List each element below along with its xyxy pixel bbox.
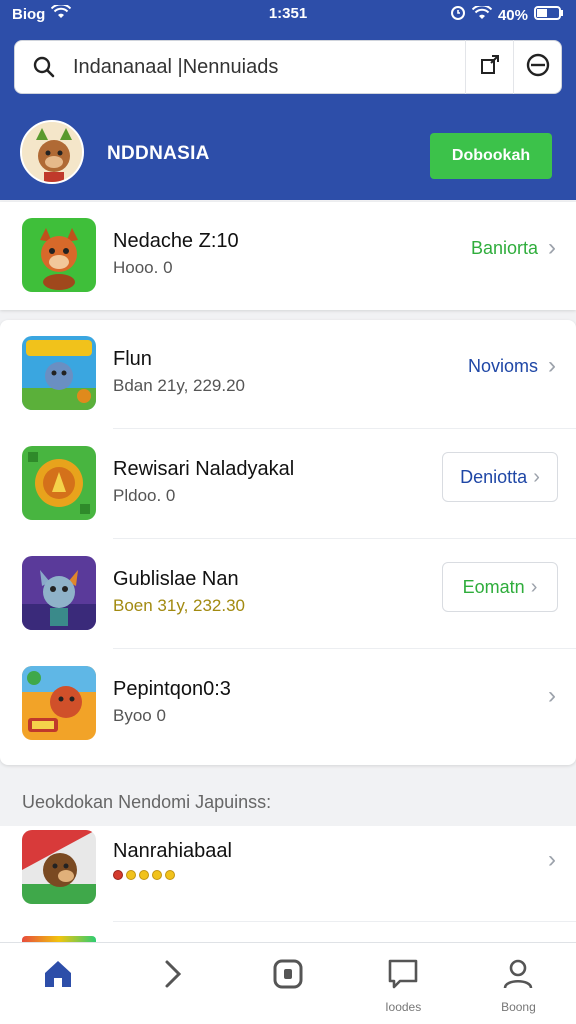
app-icon [22,446,96,520]
app-header: Biog 1:351 40% Indananaal |Nennuiads NDD… [0,0,576,200]
app-action-button[interactable]: Eomatn › [442,562,558,612]
chevron-right-icon[interactable]: › [548,682,556,710]
chevron-right-icon[interactable]: › [548,846,556,874]
profile-menu-button[interactable] [513,40,561,94]
section-heading: Ueokdokan Nendomi Japuinss: [22,792,272,812]
app-title: Nedache Z:10 [113,230,239,252]
app-subtitle: Hooo. 0 [113,258,173,278]
nav-media[interactable] [230,943,345,1024]
chevron-right-icon[interactable]: › [548,234,556,262]
divider [113,921,576,922]
avatar[interactable] [20,120,84,184]
search-input[interactable]: Indananaal |Nennuiads [73,56,465,79]
profile-icon [501,957,535,996]
recommendation-list: Nanrahiabaal › [0,826,576,946]
list-item[interactable]: Flun Bdan 21y, 229.20 Novioms › [0,320,576,428]
list-item[interactable]: Gublislae Nan Boen 31y, 232.30 Eomatn › [0,540,576,648]
app-subtitle: Boen 31y, 232.30 [113,596,246,615]
app-action-label: Deniotta [460,466,528,487]
wifi-icon [471,4,493,24]
star-icon [139,870,149,880]
divider [113,538,576,539]
minus-circle-icon [525,52,551,83]
status-bar: Biog 1:351 40% [0,0,576,28]
battery-icon [534,6,564,24]
app-subtitle: Pldoo. 0 [113,486,175,506]
account-banner: NDDNASIA Dobookah [0,110,576,200]
list-item[interactable]: Pepintqon0:3 Byoo 0 › [0,650,576,758]
app-action-button[interactable]: Deniotta › [442,452,558,502]
app-meta: Hooo. 0 [113,258,173,277]
app-icon [22,556,96,630]
download-button[interactable]: Dobookah [430,133,552,179]
app-list: Flun Bdan 21y, 229.20 Novioms › Rewisari… [0,320,576,765]
chevron-right-icon: › [530,575,538,598]
app-icon [22,336,96,410]
list-item[interactable]: Nanrahiabaal › [0,826,576,934]
nav-messages[interactable]: Ioodes [346,943,461,1024]
app-action-label: Eomatn [462,576,525,597]
star-icon [113,870,123,880]
star-icon [165,870,175,880]
app-title: Gublislae Nan [113,568,239,590]
featured-card: Nedache Z:10 Hooo. 0 Baniorta › [0,202,576,310]
divider [113,648,576,649]
app-title: Nanrahiabaal [113,840,232,862]
battery-percent: 40% [497,6,528,24]
search-icon[interactable] [15,40,73,94]
share-icon [478,53,502,82]
chat-icon [386,957,420,996]
divider [113,428,576,429]
nav-home[interactable] [0,943,115,1024]
media-icon [271,957,305,996]
app-subtitle: Byoo 0 [113,706,166,726]
home-icon [41,957,75,996]
app-title: Rewisari Naladyakal [113,458,295,480]
star-icon [152,870,162,880]
app-meta: Pldoo. 0 [113,486,176,505]
app-title: Pepintqon0:3 [113,678,231,700]
app-subtitle: Bdan 21y, 229.20 [113,376,246,395]
app-icon [22,830,96,904]
chevron-right-icon [156,957,190,996]
app-icon [22,666,96,740]
search-bar[interactable]: Indananaal |Nennuiads [14,40,562,94]
bottom-nav: Ioodes Boong [0,942,576,1024]
app-title: Flun [113,348,152,370]
list-item[interactable]: Rewisari Naladyakal Pldoo. 0 Deniotta › [0,430,576,538]
app-action-link[interactable]: Novioms [468,356,538,377]
app-icon [22,218,96,292]
app-meta: Byoo 0 [113,706,166,725]
nav-label: Boong [501,1000,536,1014]
featured-action-link[interactable]: Baniorta [471,238,538,259]
nav-forward[interactable] [115,943,230,1024]
nav-label: Ioodes [385,1000,422,1014]
alarm-icon [450,5,466,25]
list-item[interactable]: Nedache Z:10 Hooo. 0 Baniorta › [0,202,576,310]
chevron-right-icon: › [533,465,540,488]
rating-stars [113,870,175,880]
nav-profile[interactable]: Boong [461,943,576,1024]
star-icon [126,870,136,880]
share-button[interactable] [465,40,513,94]
chevron-right-icon[interactable]: › [548,352,556,380]
account-name: NDDNASIA [107,143,210,164]
